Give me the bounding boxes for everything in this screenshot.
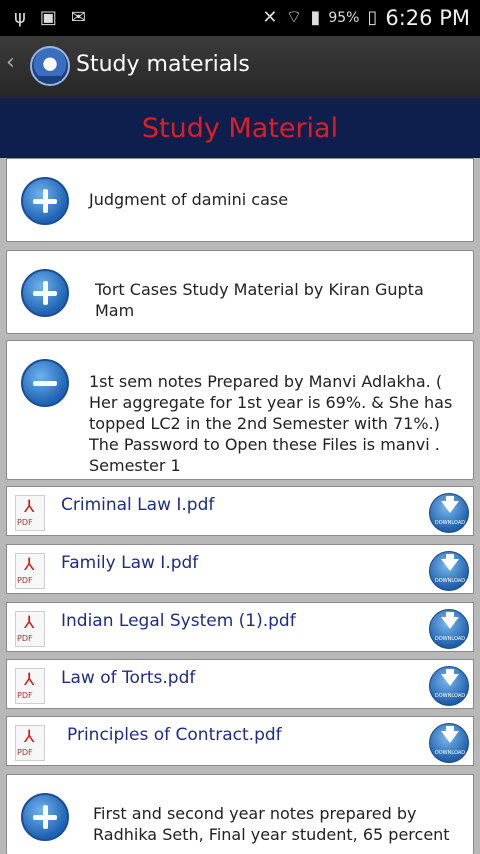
download-icon[interactable]: DOWNLOAD <box>429 666 469 706</box>
file-name[interactable]: Law of Torts.pdf <box>61 668 195 688</box>
pdf-file-icon: ⅄ PDF <box>15 553 45 589</box>
gmail-icon: ✉ <box>70 7 86 28</box>
file-row-law-of-torts[interactable]: ⅄ PDF Law of Torts.pdf DOWNLOAD <box>6 659 474 709</box>
list-item-label: 1st sem notes Prepared by Manvi Adlakha.… <box>89 372 453 475</box>
list-item-judgment-damini[interactable]: Judgment of damini case <box>6 158 474 242</box>
file-row-indian-legal-system[interactable]: ⅄ PDF Indian Legal System (1).pdf DOWNLOA… <box>6 602 474 652</box>
mute-icon: ✕ <box>262 7 278 28</box>
list-item-1st-sem-notes[interactable]: 1st sem notes Prepared by Manvi Adlakha.… <box>6 340 474 480</box>
download-icon[interactable]: DOWNLOAD <box>429 609 469 649</box>
action-bar-title: Study materials <box>76 52 250 77</box>
section-banner: Study Material <box>0 98 480 158</box>
pdf-file-icon: ⅄ PDF <box>15 611 45 647</box>
list-item-label: First and second year notes prepared by … <box>93 804 450 844</box>
file-row-principles-of-contract[interactable]: ⅄ PDF Principles of Contract.pdf DOWNLOAD <box>6 716 474 766</box>
file-row-family-law[interactable]: ⅄ PDF Family Law I.pdf DOWNLOAD <box>6 544 474 594</box>
expand-plus-icon[interactable] <box>21 793 69 841</box>
expand-plus-icon[interactable] <box>21 269 69 317</box>
wifi-icon: ⌔ <box>285 7 303 28</box>
list-item-label: Tort Cases Study Material by Kiran Gupta… <box>95 280 424 320</box>
notification-icons: ψ ▣ ✉ <box>14 6 86 30</box>
section-title: Study Material <box>141 113 339 144</box>
pdf-file-icon: ⅄ PDF <box>15 495 45 531</box>
signal-icon: ▮ <box>310 7 321 28</box>
file-name[interactable]: Principles of Contract.pdf <box>67 725 282 745</box>
image-icon: ▣ <box>39 7 57 28</box>
clock: 6:26 PM <box>385 6 470 30</box>
status-bar: ψ ▣ ✉ ✕ ⌔ ▮ 95% ▯ 6:26 PM <box>0 0 480 36</box>
action-bar: ‹ Study materials <box>0 36 480 98</box>
battery-icon: ▯ <box>367 7 378 28</box>
pdf-file-icon: ⅄ PDF <box>15 668 45 704</box>
app-logo-icon[interactable] <box>30 46 70 86</box>
file-row-criminal-law[interactable]: ⅄ PDF Criminal Law I.pdf DOWNLOAD <box>6 486 474 536</box>
download-icon[interactable]: DOWNLOAD <box>429 493 469 533</box>
download-icon[interactable]: DOWNLOAD <box>429 551 469 591</box>
file-name[interactable]: Indian Legal System (1).pdf <box>61 611 296 631</box>
system-icons: ✕ ⌔ ▮ 95% ▯ 6:26 PM <box>262 0 470 36</box>
download-icon[interactable]: DOWNLOAD <box>429 723 469 763</box>
battery-level: 95% <box>328 10 360 26</box>
file-name[interactable]: Family Law I.pdf <box>61 553 198 573</box>
list-item-tort-cases[interactable]: Tort Cases Study Material by Kiran Gupta… <box>6 250 474 334</box>
usb-icon: ψ <box>14 7 26 28</box>
collapse-minus-icon[interactable] <box>21 359 69 407</box>
back-chevron-icon[interactable]: ‹ <box>6 50 15 75</box>
file-name[interactable]: Criminal Law I.pdf <box>61 495 214 515</box>
list-item-radhika-seth-notes[interactable]: First and second year notes prepared by … <box>6 774 474 854</box>
expand-plus-icon[interactable] <box>21 177 69 225</box>
pdf-file-icon: ⅄ PDF <box>15 725 45 761</box>
list-item-label: Judgment of damini case <box>89 190 289 209</box>
